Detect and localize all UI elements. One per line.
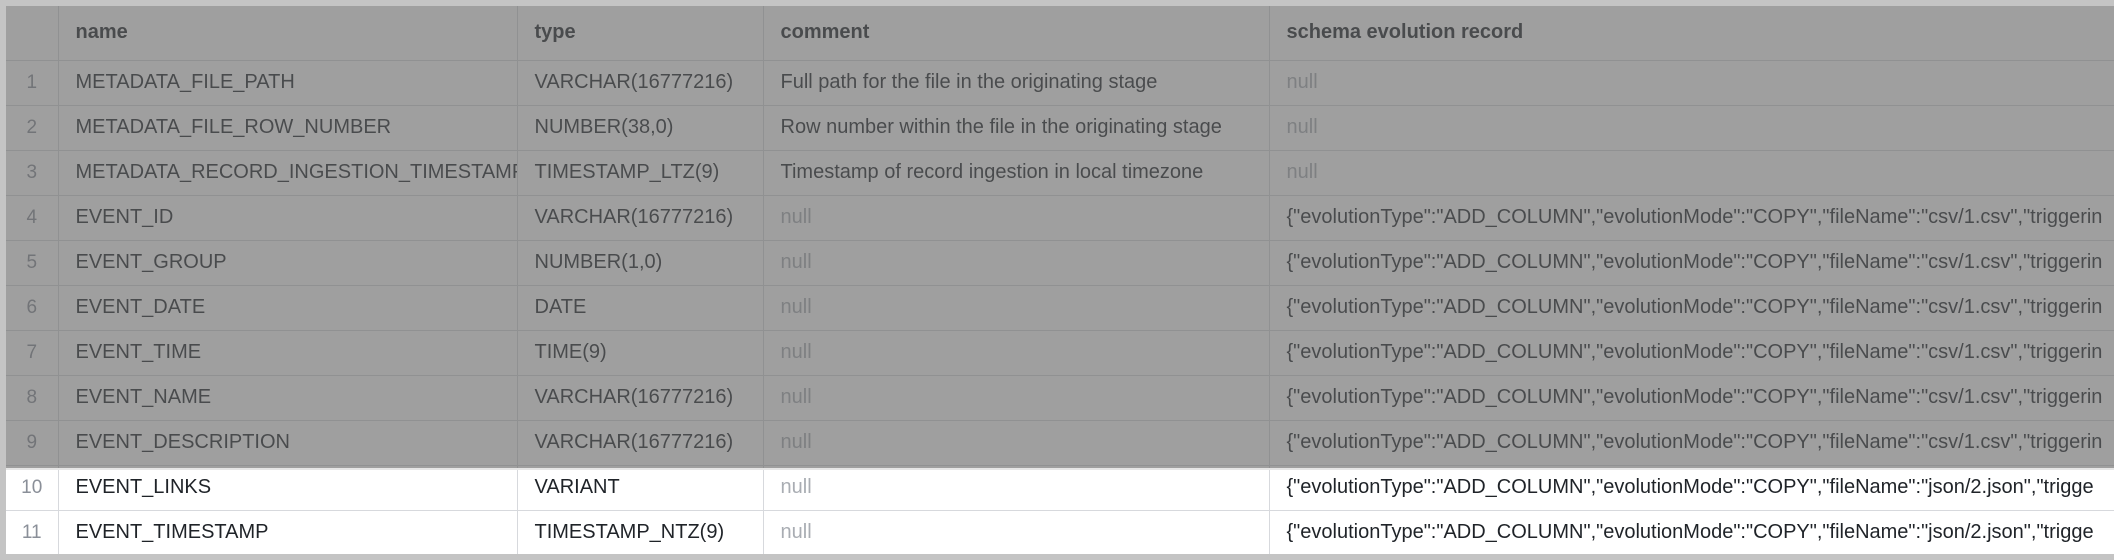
table-row[interactable]: 3 METADATA_RECORD_INGESTION_TIMESTAMP TIME… <box>6 150 2114 196</box>
schema-evolution-record-cell[interactable]: {"evolutionType":"ADD_COLUMN","evolution… <box>1269 330 2114 376</box>
table-row[interactable]: 10 EVENT_LINKS VARIANT null {"evolutionType"… <box>6 465 2114 511</box>
name-cell[interactable]: EVENT_GROUP <box>58 240 518 286</box>
name-cell[interactable]: EVENT_LINKS <box>58 465 518 511</box>
row-number-cell[interactable]: 8 <box>6 375 59 421</box>
name-cell[interactable]: EVENT_NAME <box>58 375 518 421</box>
type-cell[interactable]: TIMESTAMP_NTZ(9) <box>517 510 764 554</box>
type-cell[interactable]: VARCHAR(16777216) <box>517 195 764 241</box>
comment-cell[interactable]: Timestamp of record ingestion in local t… <box>763 150 1270 196</box>
comment-cell[interactable]: Full path for the file in the originatin… <box>763 60 1270 106</box>
table-row[interactable]: 5 EVENT_GROUP NUMBER(1,0) null {"evolutionTy… <box>6 240 2114 286</box>
name-cell[interactable]: METADATA_FILE_ROW_NUMBER <box>58 105 518 151</box>
type-cell[interactable]: TIME(9) <box>517 330 764 376</box>
row-number-cell[interactable]: 3 <box>6 150 59 196</box>
type-cell[interactable]: NUMBER(1,0) <box>517 240 764 286</box>
schema-evolution-record-cell[interactable]: {"evolutionType":"ADD_COLUMN","evolution… <box>1269 420 2114 466</box>
schema-evolution-record-cell[interactable]: {"evolutionType":"ADD_COLUMN","evolution… <box>1269 375 2114 421</box>
row-number-header <box>6 6 59 61</box>
comment-cell[interactable]: null <box>763 195 1270 241</box>
schema-evolution-record-cell[interactable]: {"evolutionType":"ADD_COLUMN","evolution… <box>1269 465 2114 511</box>
table-row[interactable]: 11 EVENT_TIMESTAMP TIMESTAMP_NTZ(9) null {"e… <box>6 510 2114 554</box>
name-cell[interactable]: EVENT_TIMESTAMP <box>58 510 518 554</box>
table-row[interactable]: 2 METADATA_FILE_ROW_NUMBER NUMBER(38,0) Row… <box>6 105 2114 151</box>
schema-evolution-record-cell[interactable]: {"evolutionType":"ADD_COLUMN","evolution… <box>1269 510 2114 554</box>
row-number-cell[interactable]: 11 <box>6 510 59 554</box>
row-number-cell[interactable]: 7 <box>6 330 59 376</box>
comment-cell[interactable]: null <box>763 285 1270 331</box>
row-number-cell[interactable]: 4 <box>6 195 59 241</box>
type-cell[interactable]: NUMBER(38,0) <box>517 105 764 151</box>
schema-evolution-record-cell[interactable]: null <box>1269 60 2114 106</box>
type-cell[interactable]: TIMESTAMP_LTZ(9) <box>517 150 764 196</box>
comment-cell[interactable]: null <box>763 420 1270 466</box>
comment-cell[interactable]: null <box>763 465 1270 511</box>
type-cell[interactable]: DATE <box>517 285 764 331</box>
schema-evolution-record-cell[interactable]: {"evolutionType":"ADD_COLUMN","evolution… <box>1269 195 2114 241</box>
table-row[interactable]: 6 EVENT_DATE DATE null {"evolutionType":"ADD… <box>6 285 2114 331</box>
column-header-name[interactable]: name <box>58 6 518 61</box>
name-cell[interactable]: EVENT_ID <box>58 195 518 241</box>
comment-cell[interactable]: null <box>763 240 1270 286</box>
row-number-cell[interactable]: 10 <box>6 465 59 511</box>
table-row[interactable]: 4 EVENT_ID VARCHAR(16777216) null {"evolutio… <box>6 195 2114 241</box>
table-row[interactable]: 1 METADATA_FILE_PATH VARCHAR(16777216) Full… <box>6 60 2114 106</box>
row-number-cell[interactable]: 5 <box>6 240 59 286</box>
schema-evolution-record-cell[interactable]: {"evolutionType":"ADD_COLUMN","evolution… <box>1269 285 2114 331</box>
name-cell[interactable]: METADATA_FILE_PATH <box>58 60 518 106</box>
comment-cell[interactable]: Row number within the file in the origin… <box>763 105 1270 151</box>
table-row[interactable]: 7 EVENT_TIME TIME(9) null {"evolutionType":"… <box>6 330 2114 376</box>
column-header-comment[interactable]: comment <box>763 6 1270 61</box>
comment-cell[interactable]: null <box>763 510 1270 554</box>
comment-cell[interactable]: null <box>763 375 1270 421</box>
results-grid: name type comment schema evolution recor… <box>0 0 2114 560</box>
comment-cell[interactable]: null <box>763 330 1270 376</box>
column-header-type[interactable]: type <box>517 6 764 61</box>
table-row[interactable]: 8 EVENT_NAME VARCHAR(16777216) null {"evolut… <box>6 375 2114 421</box>
header-row: name type comment schema evolution recor… <box>6 6 2114 61</box>
schema-evolution-record-cell[interactable]: null <box>1269 105 2114 151</box>
name-cell[interactable]: EVENT_DATE <box>58 285 518 331</box>
name-cell[interactable]: EVENT_TIME <box>58 330 518 376</box>
row-number-cell[interactable]: 6 <box>6 285 59 331</box>
table-row[interactable]: 9 EVENT_DESCRIPTION VARCHAR(16777216) null{… <box>6 420 2114 466</box>
name-cell[interactable]: EVENT_DESCRIPTION <box>58 420 518 466</box>
results-table: name type comment schema evolution recor… <box>6 6 2114 554</box>
row-number-cell[interactable]: 1 <box>6 60 59 106</box>
type-cell[interactable]: VARCHAR(16777216) <box>517 420 764 466</box>
type-cell[interactable]: VARCHAR(16777216) <box>517 60 764 106</box>
row-number-cell[interactable]: 9 <box>6 420 59 466</box>
type-cell[interactable]: VARIANT <box>517 465 764 511</box>
schema-evolution-record-cell[interactable]: {"evolutionType":"ADD_COLUMN","evolution… <box>1269 240 2114 286</box>
type-cell[interactable]: VARCHAR(16777216) <box>517 375 764 421</box>
name-cell[interactable]: METADATA_RECORD_INGESTION_TIMESTAMP <box>58 150 518 196</box>
schema-evolution-record-cell[interactable]: null <box>1269 150 2114 196</box>
row-number-cell[interactable]: 2 <box>6 105 59 151</box>
column-header-schema-evolution-record[interactable]: schema evolution record <box>1269 6 2114 61</box>
